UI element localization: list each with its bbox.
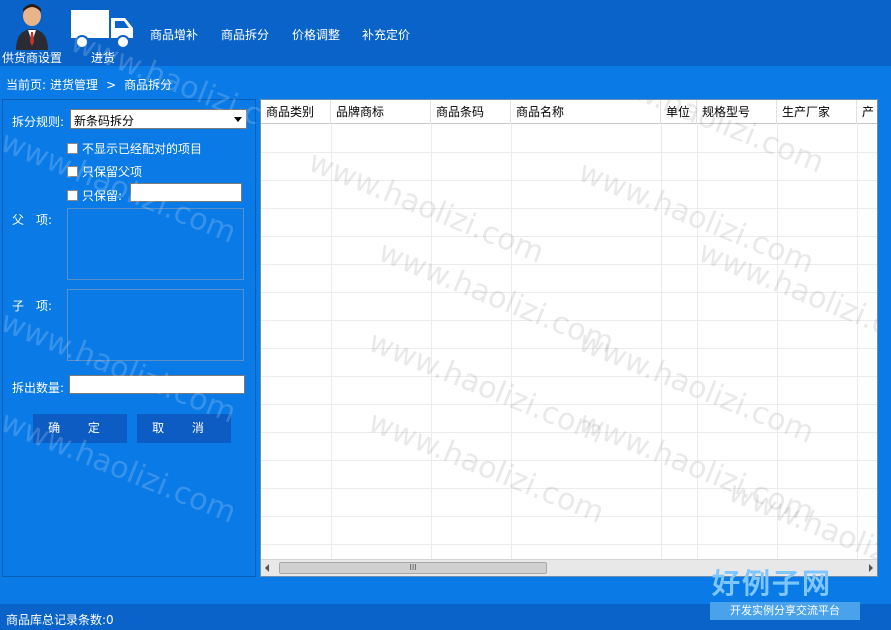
breadcrumb-prefix: 当前页:: [6, 78, 47, 92]
split-rule-label: 拆分规则:: [12, 115, 65, 129]
supplier-settings-button[interactable]: 供货商设置: [0, 0, 64, 66]
checkbox-box: [67, 143, 78, 154]
quantity-label: 拆出数量:: [12, 381, 65, 395]
breadcrumb-separator: >: [106, 78, 117, 92]
menu-price-adjust[interactable]: 价格调整: [292, 26, 340, 43]
watermark-text: www.haolizi.com: [363, 404, 609, 531]
grid-row-line: [261, 348, 877, 349]
breadcrumb-page: 商品拆分: [124, 78, 173, 92]
grid-column-line: [697, 124, 698, 559]
supplier-avatar-icon: [16, 4, 48, 50]
menu-product-split[interactable]: 商品拆分: [221, 26, 269, 43]
split-rule-select[interactable]: 新条码拆分: [70, 109, 247, 129]
menu-supplement-pricing[interactable]: 补充定价: [362, 26, 410, 43]
scroll-thumb[interactable]: III: [279, 562, 547, 574]
record-count-text: 商品库总记录条数:0: [6, 613, 114, 627]
child-textarea[interactable]: [67, 289, 244, 361]
grid-row-line: [261, 180, 877, 181]
grid-column-line: [511, 124, 512, 559]
stock-in-label: 进货: [90, 51, 115, 65]
column-header[interactable]: 商品类别: [261, 100, 331, 124]
grid-row-line: [261, 404, 877, 405]
grid-row-line: [261, 236, 877, 237]
watermark-text: www.haolizi.com: [693, 234, 878, 361]
split-rule-value: 新条码拆分: [74, 114, 135, 128]
confirm-button[interactable]: 确 定: [33, 414, 127, 443]
grid-row-line: [261, 152, 877, 153]
keep-parent-checkbox[interactable]: 只保留父项: [67, 163, 142, 180]
grid-column-line: [431, 124, 432, 559]
grid-column-line: [777, 124, 778, 559]
dropdown-arrow-icon: [234, 117, 242, 122]
grid-row-line: [261, 376, 877, 377]
split-form-panel: 拆分规则: 新条码拆分 不显示已经配对的项目 只保留父项 只保留: 父 项: 子…: [0, 24, 311, 577]
menu-product-add[interactable]: 商品增补: [150, 26, 198, 43]
grid-row-line: [261, 460, 877, 461]
column-header[interactable]: 生产厂家: [777, 100, 857, 124]
truck-icon: [71, 10, 133, 49]
grid-row-line: [261, 208, 877, 209]
column-header[interactable]: 规格型号: [697, 100, 777, 124]
grid-header: 商品类别 品牌商标 商品条码 商品名称 单位 规格型号 生产厂家 产: [261, 100, 877, 124]
breadcrumb: 当前页: 进货管理 > 商品拆分: [6, 76, 176, 93]
column-header[interactable]: 品牌商标: [331, 100, 431, 124]
column-header[interactable]: 产: [857, 100, 877, 124]
breadcrumb-section: 进货管理: [50, 78, 99, 92]
column-header[interactable]: 商品名称: [511, 100, 661, 124]
grid-row-line: [261, 264, 877, 265]
supplier-settings-label: 供货商设置: [1, 51, 62, 65]
checkbox-box: [67, 190, 78, 201]
grid-row-line: [261, 432, 877, 433]
logo-main-text: 好例子网: [712, 567, 833, 600]
quantity-input[interactable]: [69, 375, 245, 394]
scroll-left-icon[interactable]: [265, 564, 269, 572]
keep-only-input[interactable]: [130, 183, 242, 202]
grid-column-line: [331, 124, 332, 559]
cancel-button[interactable]: 取 消: [137, 414, 231, 443]
keep-parent-label: 只保留父项: [82, 165, 143, 179]
keep-only-checkbox[interactable]: 只保留:: [67, 187, 122, 204]
logo-sub-text: 开发实例分享交流平台: [710, 602, 860, 620]
checkbox-box: [67, 166, 78, 177]
column-header[interactable]: 商品条码: [431, 100, 511, 124]
grid-row-line: [261, 488, 877, 489]
hide-matched-checkbox[interactable]: 不显示已经配对的项目: [67, 140, 202, 157]
hide-matched-label: 不显示已经配对的项目: [82, 142, 203, 156]
top-toolbar: 供货商设置 进货 商品增补 商品拆分 价格调整 补充定价: [0, 0, 891, 66]
grid-column-line: [661, 124, 662, 559]
parent-textarea[interactable]: [67, 208, 244, 280]
stock-in-button[interactable]: 进货: [68, 0, 138, 66]
column-header[interactable]: 单位: [661, 100, 697, 124]
product-grid[interactable]: 商品类别 品牌商标 商品条码 商品名称 单位 规格型号 生产厂家 产 www.h…: [260, 99, 878, 577]
watermark-text: www.haolizi.com: [373, 234, 619, 361]
grid-column-line: [857, 124, 858, 559]
child-label: 子 项:: [12, 299, 53, 313]
site-logo: 好例子网 开发实例分享交流平台: [708, 562, 891, 622]
grid-row-line: [261, 544, 877, 545]
parent-label: 父 项:: [12, 213, 53, 227]
grid-row-line: [261, 516, 877, 517]
keep-only-label: 只保留:: [82, 189, 123, 203]
grid-row-line: [261, 292, 877, 293]
grid-row-line: [261, 320, 877, 321]
